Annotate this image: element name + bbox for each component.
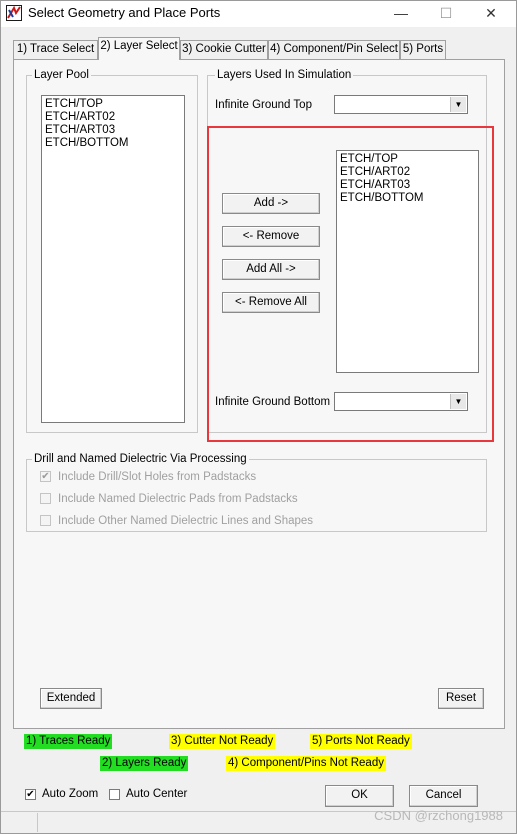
drill-holes-label: Include Drill/Slot Holes from Padstacks — [58, 471, 257, 483]
status-layers: 2) Layers Ready — [100, 756, 189, 771]
chevron-down-icon[interactable]: ▼ — [450, 97, 466, 112]
tab-layer-select[interactable]: 2) Layer Select — [98, 37, 180, 60]
auto-center-checkbox[interactable] — [109, 789, 120, 800]
status-cutter: 3) Cutter Not Ready — [169, 734, 276, 749]
layers-used-label: Layers Used In Simulation — [215, 68, 354, 82]
list-item[interactable]: ETCH/ART02 — [45, 111, 181, 124]
list-item[interactable]: ETCH/ART03 — [45, 124, 181, 137]
list-item[interactable]: ETCH/TOP — [45, 98, 181, 111]
cancel-button[interactable]: Cancel — [409, 785, 478, 807]
layer-pool-list[interactable]: ETCH/TOP ETCH/ART02 ETCH/ART03 ETCH/BOTT… — [41, 95, 185, 423]
ok-button[interactable]: OK — [325, 785, 394, 807]
status-components: 4) Component/Pins Not Ready — [226, 756, 386, 771]
auto-zoom-checkbox[interactable]: ✔ — [25, 789, 36, 800]
list-item[interactable]: ETCH/BOTTOM — [45, 137, 181, 150]
close-button[interactable]: ✕ — [472, 2, 510, 24]
dielectric-lines-label: Include Other Named Dielectric Lines and… — [58, 515, 314, 527]
auto-zoom-label: Auto Zoom — [42, 788, 99, 800]
layer-pool-label: Layer Pool — [32, 68, 91, 82]
status-traces: 1) Traces Ready — [24, 734, 113, 749]
tab-trace-select[interactable]: 1) Trace Select — [13, 40, 98, 59]
ground-top-select[interactable]: ▼ — [334, 95, 468, 114]
maximize-button[interactable]: ☐ — [427, 2, 465, 24]
tab-cookie-cutter[interactable]: 3) Cookie Cutter — [180, 40, 268, 59]
watermark: CSDN @rzchong1988 — [374, 808, 503, 823]
dielectric-pads-checkbox[interactable] — [40, 493, 51, 504]
status-ports: 5) Ports Not Ready — [310, 734, 412, 749]
tab-ports[interactable]: 5) Ports — [400, 40, 446, 59]
tab-component-pin-select[interactable]: 4) Component/Pin Select — [268, 40, 400, 59]
ground-top-label: Infinite Ground Top — [215, 99, 312, 111]
window-title: Select Geometry and Place Ports — [28, 5, 221, 20]
dielectric-lines-checkbox[interactable] — [40, 515, 51, 526]
reset-button[interactable]: Reset — [438, 688, 484, 709]
highlight-box — [207, 126, 494, 442]
drill-holes-checkbox[interactable]: ✔ — [40, 471, 51, 482]
app-icon — [6, 5, 22, 21]
dielectric-pads-label: Include Named Dielectric Pads from Padst… — [58, 493, 298, 505]
auto-center-label: Auto Center — [126, 788, 188, 800]
minimize-button[interactable]: — — [382, 2, 420, 24]
extended-button[interactable]: Extended — [40, 688, 102, 709]
status-bar-divider — [37, 813, 38, 832]
drill-group-label: Drill and Named Dielectric Via Processin… — [32, 452, 249, 466]
